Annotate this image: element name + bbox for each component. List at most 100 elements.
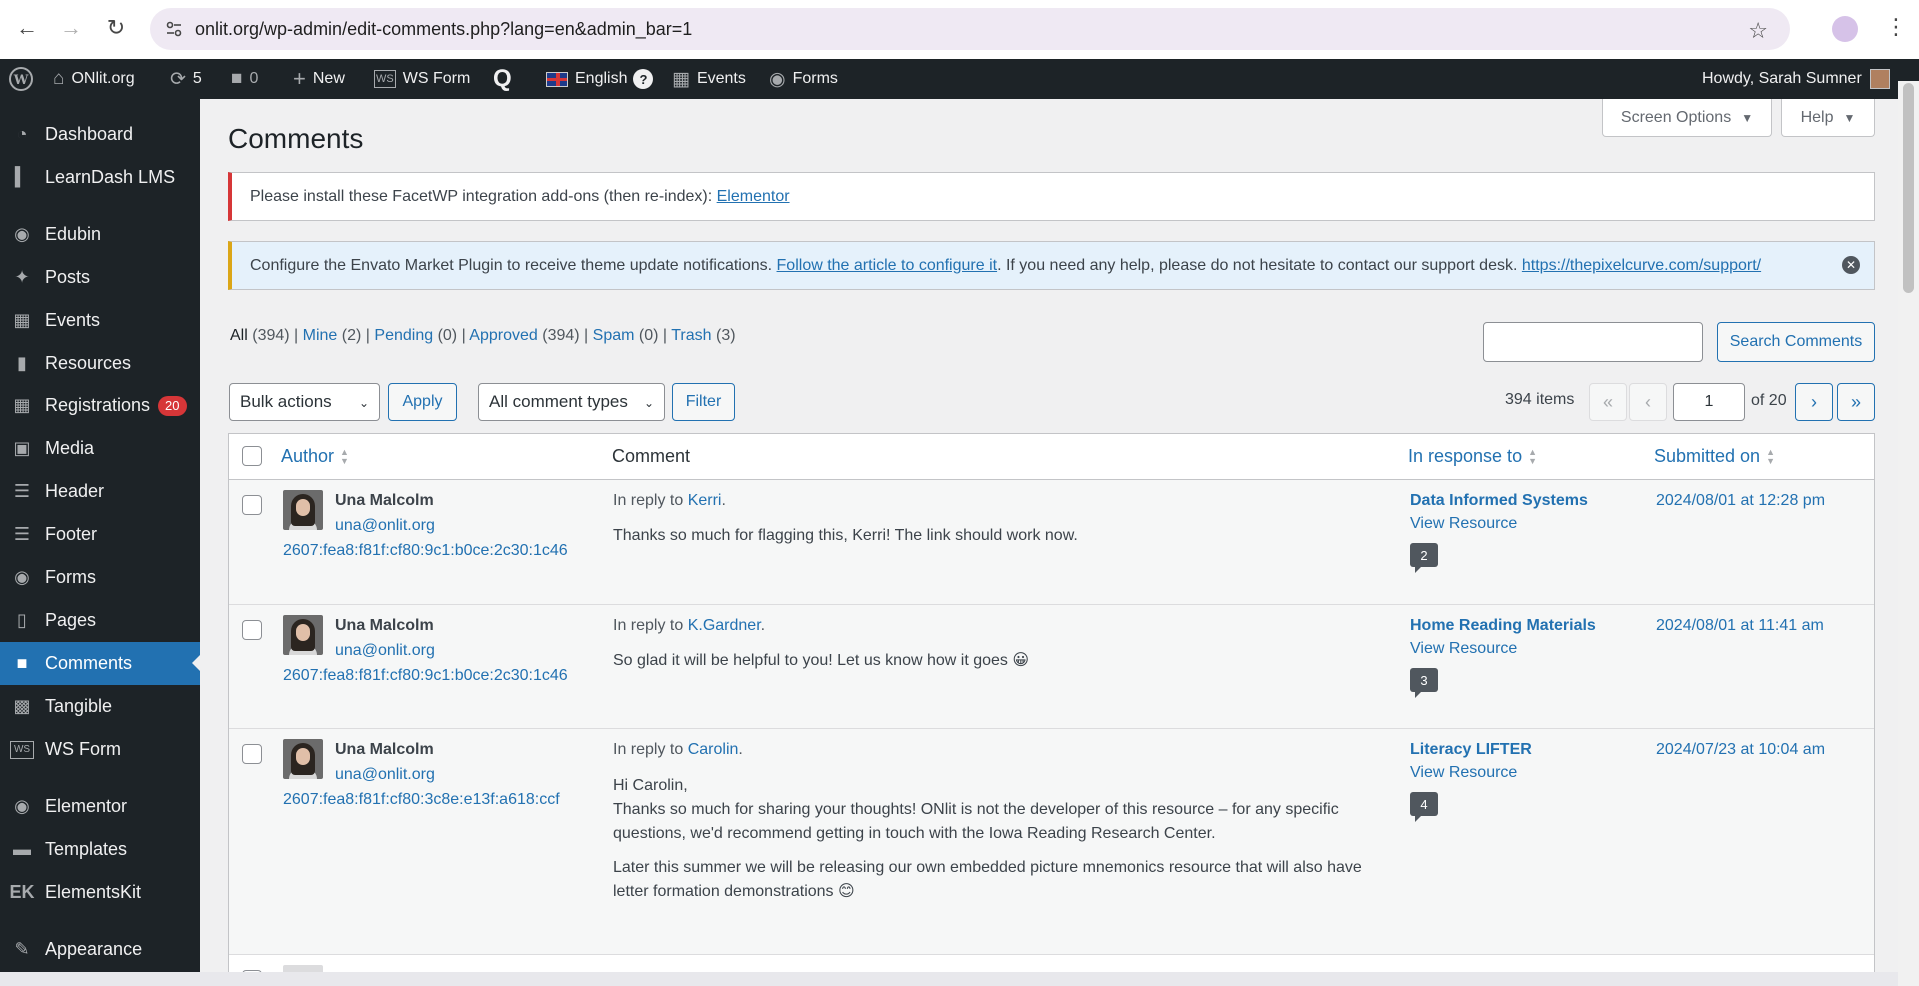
comment-count-bubble[interactable]: 4 xyxy=(1410,792,1438,822)
view-resource-link[interactable]: View Resource xyxy=(1410,640,1517,658)
row-checkbox[interactable] xyxy=(242,620,262,640)
submitted-on-link[interactable]: 2024/08/01 at 12:28 pm xyxy=(1656,492,1825,510)
bulk-actions-select[interactable]: Bulk actions ⌄ xyxy=(229,383,380,421)
view-resource-link[interactable]: View Resource xyxy=(1410,515,1517,533)
row-checkbox[interactable] xyxy=(242,744,262,764)
wordpress-logo-icon[interactable]: W xyxy=(8,59,34,99)
reply-to-link[interactable]: Kerri xyxy=(688,492,722,509)
screen-options-button[interactable]: Screen Options ▼ xyxy=(1602,99,1772,137)
reload-icon[interactable]: ↻ xyxy=(101,13,131,43)
forward-arrow-icon[interactable]: → xyxy=(56,13,86,43)
row-checkbox[interactable] xyxy=(242,495,262,515)
dismiss-icon[interactable]: ✕ xyxy=(1842,256,1860,274)
submitted-on-link[interactable]: 2024/08/01 at 11:41 am xyxy=(1656,617,1824,635)
new-content-link[interactable]: + New xyxy=(293,59,345,99)
events-icon: ▦ xyxy=(672,68,690,90)
filter-approved[interactable]: Approved xyxy=(469,327,538,344)
reply-to-link[interactable]: Carolin xyxy=(688,741,739,758)
filter-mine[interactable]: Mine xyxy=(303,327,338,344)
sidebar-item-header[interactable]: ☰ Header xyxy=(0,470,200,513)
filter-all[interactable]: All xyxy=(230,327,248,344)
support-link[interactable]: https://thepixelcurve.com/support/ xyxy=(1522,257,1761,275)
author-ip-link[interactable]: 2607:fea8:f81f:cf80:9c1:b0ce:2c30:1c46 xyxy=(283,667,568,685)
sidebar-item-media[interactable]: ▣ Media xyxy=(0,427,200,470)
filter-spam[interactable]: Spam xyxy=(593,327,635,344)
bookmark-star-icon[interactable]: ☆ xyxy=(1748,18,1768,44)
filter-pending[interactable]: Pending xyxy=(374,327,433,344)
profile-avatar-icon[interactable] xyxy=(1832,16,1858,42)
author-email-link[interactable]: una@onlit.org xyxy=(335,642,435,660)
updates-link[interactable]: ⟳ 5 xyxy=(170,59,202,99)
events-link[interactable]: ▦ Events xyxy=(672,59,746,99)
help-button[interactable]: Help ▼ xyxy=(1781,99,1875,137)
svg-text:W: W xyxy=(13,73,29,88)
comment-line: Thanks so much for sharing your thoughts… xyxy=(613,801,1339,818)
view-resource-link[interactable]: View Resource xyxy=(1410,764,1517,782)
sidebar-item-label: Events xyxy=(45,310,101,330)
sidebar-item-comments[interactable]: ■ Comments xyxy=(0,642,200,685)
site-name-link[interactable]: ⌂ ONlit.org xyxy=(53,59,135,99)
comment-count-bubble[interactable]: 2 xyxy=(1410,543,1438,573)
author-ip-link[interactable]: 2607:fea8:f81f:cf80:9c1:b0ce:2c30:1c46 xyxy=(283,542,568,560)
search-input[interactable] xyxy=(1483,322,1703,362)
column-author[interactable]: Author ▲ ▼ xyxy=(281,446,349,467)
browser-menu-icon[interactable]: ⋮ xyxy=(1885,14,1907,40)
response-title-link[interactable]: Literacy LIFTER xyxy=(1410,741,1532,759)
sidebar-item-elementor[interactable]: ◉ Elementor xyxy=(0,785,200,828)
apply-button[interactable]: Apply xyxy=(388,383,457,421)
address-bar[interactable]: onlit.org/wp-admin/edit-comments.php?lan… xyxy=(150,8,1790,50)
sidebar-item-pages[interactable]: ▯ Pages xyxy=(0,599,200,642)
sidebar-item-events[interactable]: ▦ Events xyxy=(0,299,200,342)
author-email-link[interactable]: una@onlit.org xyxy=(335,517,435,535)
comment-count-bubble[interactable]: 3 xyxy=(1410,668,1438,698)
sidebar-item-edubin[interactable]: ◉ Edubin xyxy=(0,213,200,256)
sidebar-item-label: Media xyxy=(45,438,95,458)
page-scrollbar[interactable] xyxy=(1898,81,1919,986)
column-submitted-on[interactable]: Submitted on ▲ ▼ xyxy=(1654,446,1775,467)
author-ip-link[interactable]: 2607:fea8:f81f:cf80:3c8e:e13f:a618:ccf xyxy=(283,791,560,809)
select-all-checkbox[interactable] xyxy=(242,446,262,466)
next-page-button[interactable]: › xyxy=(1795,383,1833,421)
site-settings-icon[interactable] xyxy=(164,19,184,39)
filter-button[interactable]: Filter xyxy=(672,383,735,421)
sidebar-item-posts[interactable]: ✦ Posts xyxy=(0,256,200,299)
elementor-link[interactable]: Elementor xyxy=(717,188,790,206)
submitted-on-link[interactable]: 2024/07/23 at 10:04 am xyxy=(1656,741,1825,759)
sidebar-item-tangible[interactable]: ▩ Tangible xyxy=(0,685,200,728)
sidebar-item-elementskit[interactable]: EK ElementsKit xyxy=(0,871,200,914)
sort-arrows-icon: ▲ ▼ xyxy=(1528,446,1537,466)
sidebar-item-resources[interactable]: ▮ Resources xyxy=(0,342,200,385)
forms-link[interactable]: ◉ Forms xyxy=(769,59,838,99)
url-text[interactable]: onlit.org/wp-admin/edit-comments.php?lan… xyxy=(195,19,692,40)
last-page-button[interactable]: » xyxy=(1837,383,1875,421)
reply-to-link[interactable]: K.Gardner xyxy=(688,617,761,634)
sidebar-item-forms[interactable]: ◉ Forms xyxy=(0,556,200,599)
configure-article-link[interactable]: Follow the article to configure it xyxy=(777,257,998,275)
sidebar-item-registrations[interactable]: ▦ Registrations 20 xyxy=(0,384,200,427)
admin-sidebar: ◔ Dashboard ▍ LearnDash LMS ◉ Edubin ✦ Posts… xyxy=(0,99,200,986)
back-arrow-icon[interactable]: ← xyxy=(12,13,42,43)
current-page-input[interactable]: 1 xyxy=(1673,383,1745,421)
chevron-down-icon: ⌄ xyxy=(643,396,654,410)
query-monitor-icon[interactable]: Q xyxy=(493,59,512,99)
sidebar-item-footer[interactable]: ☰ Footer xyxy=(0,513,200,556)
comment-type-select[interactable]: All comment types ⌄ xyxy=(478,383,665,421)
scroll-thumb[interactable] xyxy=(1903,83,1914,293)
language-switcher[interactable]: English ? xyxy=(546,59,654,99)
sidebar-item-dashboard[interactable]: ◔ Dashboard xyxy=(0,113,200,156)
wsform-link[interactable]: WS WS Form xyxy=(374,59,470,99)
my-account-link[interactable]: Howdy, Sarah Sumner xyxy=(1702,59,1890,99)
sidebar-item-wsform[interactable]: WS WS Form xyxy=(0,728,200,771)
comments-link[interactable]: ■ 0 xyxy=(231,59,258,99)
response-title-link[interactable]: Data Informed Systems xyxy=(1410,492,1588,510)
envato-notice: Configure the Envato Market Plugin to re… xyxy=(228,241,1875,290)
column-in-response-to[interactable]: In response to ▲ ▼ xyxy=(1408,446,1537,467)
filter-trash[interactable]: Trash xyxy=(671,327,711,344)
sidebar-item-appearance[interactable]: ✎ Appearance xyxy=(0,928,200,971)
author-email-link[interactable]: una@onlit.org xyxy=(335,766,435,784)
sidebar-item-learndash[interactable]: ▍ LearnDash LMS xyxy=(0,156,200,199)
response-title-link[interactable]: Home Reading Materials xyxy=(1410,617,1596,635)
status-filter-links: All (394) | Mine (2) | Pending (0) | App… xyxy=(230,327,736,344)
search-comments-button[interactable]: Search Comments xyxy=(1717,322,1875,362)
sidebar-item-templates[interactable]: ▬ Templates xyxy=(0,828,200,871)
